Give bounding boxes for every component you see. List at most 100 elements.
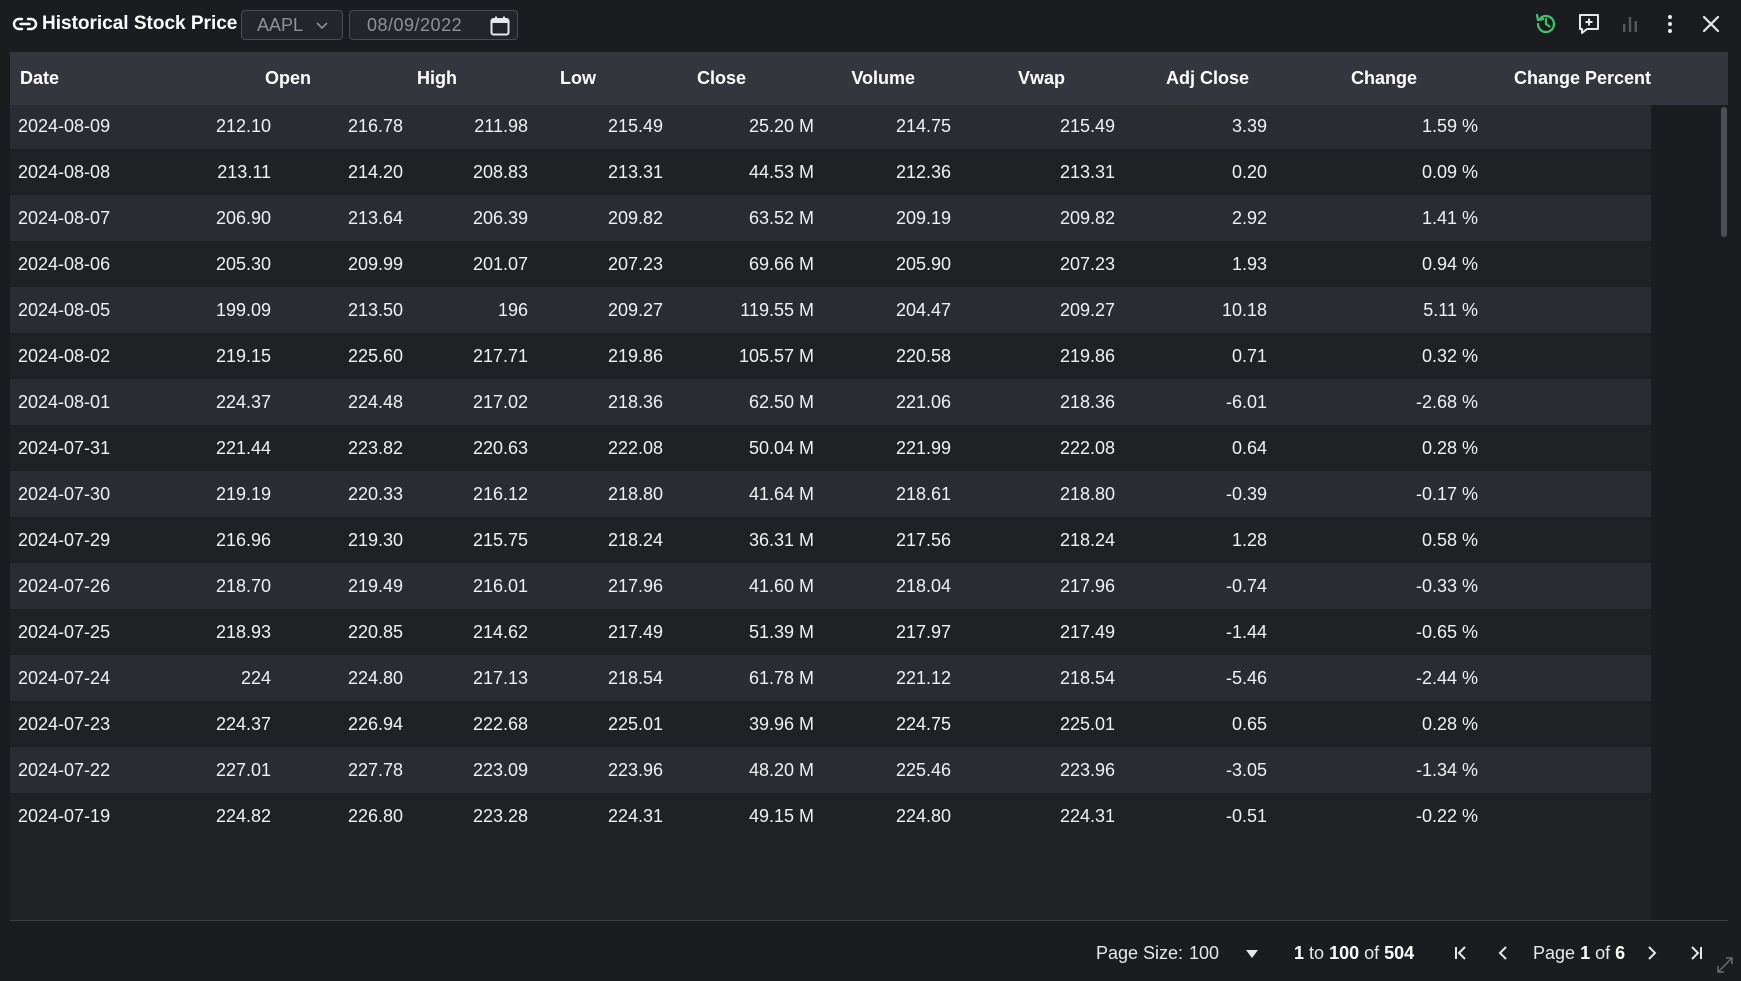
table-row[interactable]: 2024-08-08 213.11 214.20 208.83 213.31 44.53 … bbox=[10, 149, 1651, 195]
column-header-high[interactable]: High bbox=[417, 52, 457, 105]
vertical-scrollbar[interactable] bbox=[1718, 105, 1728, 920]
comment-add-icon[interactable] bbox=[1576, 11, 1602, 37]
cell-low: 223.09 bbox=[472, 760, 528, 780]
page-count: 6 bbox=[1615, 943, 1626, 963]
cell-change-percent: -0.22 % bbox=[1415, 806, 1478, 826]
cell-open: 218.93 bbox=[215, 622, 271, 642]
cell-close: 215.49 bbox=[607, 116, 663, 136]
cell-adj-close: 225.01 bbox=[1059, 714, 1115, 734]
cell-vwap: 217.56 bbox=[895, 530, 951, 550]
cell-date: 2024-07-25 bbox=[18, 622, 111, 642]
cell-date: 2024-07-19 bbox=[18, 806, 111, 826]
cell-close: 207.23 bbox=[607, 254, 663, 274]
cell-adj-close: 213.31 bbox=[1059, 162, 1115, 182]
cell-change: 0.65 bbox=[1231, 714, 1267, 734]
cell-adj-close: 217.96 bbox=[1059, 576, 1115, 596]
column-header-open[interactable]: Open bbox=[265, 52, 311, 105]
table-row[interactable]: 2024-08-05 199.09 213.50 196 209.27 119.55 M 2… bbox=[10, 287, 1651, 333]
page-size-select[interactable]: 100 bbox=[1189, 943, 1219, 964]
table-row[interactable]: 2024-08-02 219.15 225.60 217.71 219.86 105.57… bbox=[10, 333, 1651, 379]
page-size-label: Page Size: bbox=[1096, 943, 1184, 963]
resize-handle-icon[interactable] bbox=[1716, 956, 1734, 974]
cell-change-percent: 5.11 % bbox=[1423, 300, 1478, 320]
cell-volume: 48.20 M bbox=[748, 760, 814, 780]
column-header-date[interactable]: Date bbox=[20, 52, 59, 105]
cell-close: 219.86 bbox=[607, 346, 663, 366]
cell-change: -0.39 bbox=[1225, 484, 1267, 504]
caret-down-icon[interactable] bbox=[1245, 949, 1259, 959]
cell-close: 223.96 bbox=[607, 760, 663, 780]
cell-date: 2024-08-01 bbox=[18, 392, 111, 412]
next-page-icon[interactable] bbox=[1641, 941, 1663, 965]
cell-close: 218.24 bbox=[607, 530, 663, 550]
cell-volume: 41.64 M bbox=[748, 484, 814, 504]
cell-open: 227.01 bbox=[215, 760, 271, 780]
close-icon[interactable] bbox=[1698, 11, 1724, 37]
cell-change: 2.92 bbox=[1231, 208, 1267, 228]
cell-change: -0.74 bbox=[1225, 576, 1267, 596]
pagination-bar: Page Size: 100 1 to 100 of 504 Page 1 of… bbox=[0, 921, 1741, 981]
table-row[interactable]: 2024-07-29 216.96 219.30 215.75 218.24 36.31 … bbox=[10, 517, 1651, 563]
row-range-summary: 1 to 100 of 504 bbox=[1294, 943, 1414, 964]
cell-change: 10.18 bbox=[1221, 300, 1267, 320]
cell-close: 224.31 bbox=[607, 806, 663, 826]
cell-change-percent: -0.65 % bbox=[1415, 622, 1478, 642]
cell-low: 216.01 bbox=[472, 576, 528, 596]
widget-title: Historical Stock Price bbox=[42, 13, 238, 34]
column-header-change-percent[interactable]: Change Percent bbox=[1514, 52, 1651, 105]
table-row[interactable]: 2024-08-09 212.10 216.78 211.98 215.49 25.20 … bbox=[10, 105, 1651, 149]
previous-page-icon[interactable] bbox=[1492, 941, 1514, 965]
column-header-close[interactable]: Close bbox=[697, 52, 746, 105]
cell-low: 215.75 bbox=[472, 530, 528, 550]
cell-change-percent: 1.41 % bbox=[1421, 208, 1478, 228]
cell-open: 224.82 bbox=[215, 806, 271, 826]
table-row[interactable]: 2024-07-19 224.82 226.80 223.28 224.31 49.15 … bbox=[10, 793, 1651, 839]
table-row[interactable]: 2024-07-26 218.70 219.49 216.01 217.96 41.60 … bbox=[10, 563, 1651, 609]
cell-adj-close: 218.36 bbox=[1059, 392, 1115, 412]
ticker-select[interactable]: AAPL bbox=[241, 10, 343, 40]
cell-vwap: 218.61 bbox=[895, 484, 951, 504]
cell-volume: 63.52 M bbox=[748, 208, 814, 228]
first-page-icon[interactable] bbox=[1450, 941, 1472, 965]
cell-volume: 39.96 M bbox=[748, 714, 814, 734]
table-row[interactable]: 2024-08-06 205.30 209.99 201.07 207.23 69.66 … bbox=[10, 241, 1651, 287]
table-row[interactable]: 2024-07-22 227.01 227.78 223.09 223.96 48.20 … bbox=[10, 747, 1651, 793]
toolbar: Historical Stock Price AAPL 08/09/2022 bbox=[0, 0, 1741, 50]
column-header-change[interactable]: Change bbox=[1351, 52, 1417, 105]
cell-vwap: 225.46 bbox=[895, 760, 951, 780]
column-header-vwap[interactable]: Vwap bbox=[1018, 52, 1065, 105]
cell-volume: 61.78 M bbox=[748, 668, 814, 688]
cell-date: 2024-07-29 bbox=[18, 530, 111, 550]
calendar-icon[interactable] bbox=[489, 15, 511, 37]
cell-open: 219.19 bbox=[215, 484, 271, 504]
table-row[interactable]: 2024-07-31 221.44 223.82 220.63 222.08 50.04 … bbox=[10, 425, 1651, 471]
table-row[interactable]: 2024-07-25 218.93 220.85 214.62 217.49 51.39 … bbox=[10, 609, 1651, 655]
cell-change-percent: 0.94 % bbox=[1421, 254, 1478, 274]
date-input[interactable]: 08/09/2022 bbox=[349, 10, 518, 40]
cell-low: 220.63 bbox=[472, 438, 528, 458]
last-page-icon[interactable] bbox=[1685, 941, 1707, 965]
table-row[interactable]: 2024-07-30 219.19 220.33 216.12 218.80 41.64 … bbox=[10, 471, 1651, 517]
cell-volume: 25.20 M bbox=[748, 116, 814, 136]
table-row[interactable]: 2024-07-24 224 224.80 217.13 218.54 61.78 M 22… bbox=[10, 655, 1651, 701]
cell-change-percent: 0.28 % bbox=[1421, 438, 1478, 458]
cell-vwap: 224.80 bbox=[895, 806, 951, 826]
cell-date: 2024-07-31 bbox=[18, 438, 111, 458]
bar-chart-icon[interactable] bbox=[1617, 11, 1643, 37]
cell-vwap: 209.19 bbox=[895, 208, 951, 228]
column-header-low[interactable]: Low bbox=[560, 52, 596, 105]
table-row[interactable]: 2024-08-01 224.37 224.48 217.02 218.36 62.50 … bbox=[10, 379, 1651, 425]
more-vertical-icon[interactable] bbox=[1657, 11, 1683, 37]
column-header-volume[interactable]: Volume bbox=[851, 52, 915, 105]
scrollbar-thumb[interactable] bbox=[1721, 107, 1727, 237]
column-header-adj-close[interactable]: Adj Close bbox=[1166, 52, 1249, 105]
history-icon[interactable] bbox=[1533, 11, 1559, 37]
table-row[interactable]: 2024-08-07 206.90 213.64 206.39 209.82 63.52 … bbox=[10, 195, 1651, 241]
cell-low: 217.02 bbox=[472, 392, 528, 412]
cell-change: -3.05 bbox=[1225, 760, 1267, 780]
grid-header: Date Open High Low Close Volume Vwap Adj… bbox=[10, 52, 1728, 105]
cell-close: 209.27 bbox=[607, 300, 663, 320]
cell-volume: 49.15 M bbox=[748, 806, 814, 826]
cell-high: 209.99 bbox=[347, 254, 403, 274]
table-row[interactable]: 2024-07-23 224.37 226.94 222.68 225.01 39.96 … bbox=[10, 701, 1651, 747]
